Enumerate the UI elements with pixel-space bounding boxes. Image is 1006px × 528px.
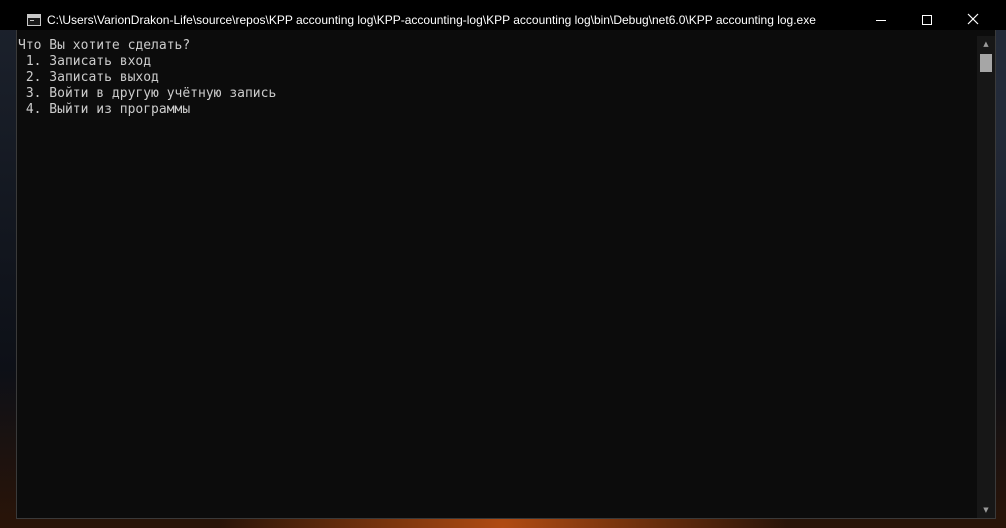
arrow-up-icon[interactable]: ▲	[977, 36, 995, 52]
console-output: Что Вы хотите сделать? 1. Записать вход …	[18, 38, 276, 118]
minimize-icon	[876, 20, 886, 21]
console-window[interactable]: C:\Users\VarionDrakon-Life\source\repos\…	[0, 0, 1006, 518]
console-prompt-line: Что Вы хотите сделать?	[18, 38, 191, 53]
close-icon	[967, 13, 979, 25]
close-button[interactable]	[950, 6, 996, 36]
minimize-button[interactable]	[858, 6, 904, 36]
maximize-icon	[922, 15, 932, 25]
title-bar[interactable]: C:\Users\VarionDrakon-Life\source\repos\…	[0, 0, 1006, 30]
vertical-scrollbar[interactable]: ▲ ▼	[977, 36, 995, 518]
scroll-thumb[interactable]	[980, 54, 992, 72]
maximize-button[interactable]	[904, 6, 950, 36]
arrow-down-icon[interactable]: ▼	[977, 502, 995, 518]
console-menu-option-1: 1. Записать вход	[18, 54, 152, 69]
console-menu-option-4: 4. Выйти из программы	[18, 102, 191, 117]
console-menu-option-2: 2. Записать выход	[18, 70, 159, 85]
window-title: C:\Users\VarionDrakon-Life\source\repos\…	[47, 13, 816, 27]
console-window-icon[interactable]	[27, 14, 41, 26]
console-output-area[interactable]: Что Вы хотите сделать? 1. Записать вход …	[17, 36, 977, 518]
console-menu-option-3: 3. Войти в другую учётную запись	[18, 86, 277, 101]
